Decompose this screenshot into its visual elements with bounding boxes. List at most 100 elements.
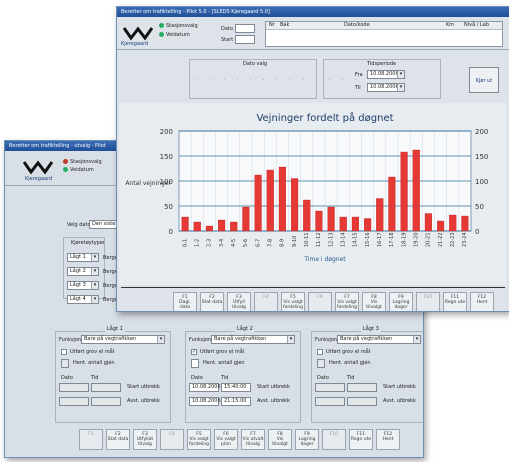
time-input[interactable]: 15:40:00 — [221, 383, 251, 392]
x-tick-label: 23-24 — [462, 232, 468, 247]
header-field-input[interactable] — [235, 24, 255, 33]
table-header: Nr — [269, 22, 275, 28]
fkey-button-f8[interactable]: F8 Vis tilvalgt — [362, 292, 386, 311]
time-input[interactable] — [347, 397, 377, 406]
lane-select-4[interactable]: Lågt 4 ▾ — [67, 295, 99, 304]
to-date-select[interactable]: 10.08.2006 ▾ — [367, 83, 405, 92]
fkey-label: Lagring dager — [392, 300, 410, 311]
fkey-button-f4[interactable]: F4 — [254, 292, 278, 311]
check2-box[interactable] — [317, 359, 325, 368]
check1-checkbox[interactable] — [61, 349, 67, 355]
fkey-button-f10[interactable]: F10 — [416, 292, 440, 311]
bar — [388, 176, 396, 232]
fkey-key: F1 — [88, 432, 94, 437]
fkey-button-f2[interactable]: F2 Stat data — [200, 292, 224, 311]
function-select[interactable]: Bare på vegtrafikken ▾ — [211, 335, 295, 344]
fkey-button-f1[interactable]: F1 — [79, 429, 103, 450]
date-label: Dato — [61, 375, 73, 381]
fkey-button-f9[interactable]: F9 Lagring dager — [389, 292, 413, 311]
bar — [278, 166, 286, 232]
bar — [449, 214, 457, 232]
time-label: Tid — [221, 375, 229, 381]
chevron-down-icon: ▾ — [91, 296, 98, 303]
bar — [218, 219, 226, 232]
lane-panel-title: Lågt 2 — [235, 326, 255, 332]
date-input[interactable] — [315, 397, 345, 406]
run-button[interactable]: Kjør ut — [469, 67, 499, 93]
check2-box[interactable] — [191, 359, 199, 368]
lane-value: Lågt 3 — [70, 282, 86, 288]
fkey-button-f11[interactable]: F11 Regn ute — [349, 429, 373, 450]
time-input[interactable] — [347, 383, 377, 392]
from-date-value: 10.08.2006 — [370, 71, 399, 77]
front-window-titlebar: Beretter om trafiktelling - Pilot 5.0 - … — [117, 7, 509, 17]
date-input[interactable] — [315, 383, 345, 392]
date-input[interactable] — [59, 397, 89, 406]
company-logo-icon — [23, 160, 53, 175]
lane-value: Lågt 2 — [70, 268, 86, 274]
function-select[interactable]: Bare på vegtrafikken ▾ — [337, 335, 421, 344]
fkey-button-f4[interactable]: F4 — [160, 429, 184, 450]
header-field-input[interactable] — [235, 35, 255, 44]
lane-select-2[interactable]: Lågt 2 ▾ — [67, 267, 99, 276]
lane-panel-title: Lågt 3 — [361, 326, 381, 332]
bar — [424, 213, 432, 232]
bar — [315, 210, 323, 232]
fkey-button-f11[interactable]: F11 Regn ute — [443, 292, 467, 311]
fkey-button-f3[interactable]: F3 Utfyllat tilvalg — [133, 429, 157, 450]
lane-select-1[interactable]: Lågt 1 ▾ — [67, 253, 99, 262]
fkey-button-f1[interactable]: F1 Dagl. data — [173, 292, 197, 311]
fkey-button-f10[interactable]: F10 — [322, 429, 346, 450]
fkey-button-f12[interactable]: F12 Hent — [376, 429, 400, 450]
x-tick-label: 15-16 — [365, 232, 371, 247]
info-table: Nr Bak Dato/kode Km Nivå / Lab — [265, 21, 503, 47]
bar — [303, 199, 311, 232]
to-date-value: 10.08.2006 — [370, 84, 399, 90]
time-input[interactable] — [91, 383, 121, 392]
date-input[interactable]: 10.08.2006 — [189, 397, 221, 406]
check2-box[interactable] — [61, 359, 69, 368]
x-tick-label: 8-9 — [280, 239, 286, 247]
range-label: Avst. utbrekk — [127, 398, 160, 404]
fkey-button-f12[interactable]: F12 Hent — [470, 292, 494, 311]
y-tick-label-right: 150 — [475, 153, 488, 161]
from-date-select[interactable]: 10.08.2006 ▾ — [367, 70, 405, 79]
bar — [254, 174, 262, 232]
bar — [339, 216, 347, 232]
bar — [205, 225, 213, 232]
fkey-button-f7[interactable]: F7 Vis valgt fordeling — [335, 292, 359, 311]
fkey-label: Utfyll tilvalg — [232, 300, 246, 311]
fkey-button-f9[interactable]: F9 Lagring dager — [295, 429, 319, 450]
legend-label: Veidatum — [70, 167, 94, 173]
fkey-button-f5[interactable]: F5 Vis valgt fordeling — [281, 292, 305, 311]
fkey-button-f6[interactable]: F6 Vis valgt plan — [214, 429, 238, 450]
fkey-button-f8[interactable]: F8 Vis tilvalgt — [268, 429, 292, 450]
x-tick-label: 22-23 — [450, 232, 456, 247]
lane-select-3[interactable]: Lågt 3 ▾ — [67, 281, 99, 290]
green-dot-icon — [159, 23, 164, 28]
chevron-down-icon: ▾ — [157, 336, 164, 343]
fkey-key: F6 — [317, 295, 323, 300]
fkey-button-f2[interactable]: F2 Stat data — [106, 429, 130, 450]
date-input[interactable] — [59, 383, 89, 392]
date-input[interactable]: 10.08.2006 — [189, 383, 221, 392]
fkey-button-f6[interactable]: F6 — [308, 292, 332, 311]
chevron-down-icon: ▾ — [91, 254, 98, 261]
function-select[interactable]: Bare på vegtrafikken ▾ — [81, 335, 165, 344]
x-tick-label: 19-20 — [413, 232, 419, 247]
bar — [412, 149, 420, 232]
check1-checkbox[interactable] — [317, 349, 323, 355]
fkey-button-f7[interactable]: F7 Vis utvalt tilvalg — [241, 429, 265, 450]
chevron-down-icon: ▾ — [287, 336, 294, 343]
x-tick-label: 14-15 — [353, 232, 359, 247]
time-input[interactable]: 21:15:00 — [221, 397, 251, 406]
front-window: Beretter om trafiktelling - Pilot 5.0 - … — [116, 6, 509, 312]
function-label: Funksjon — [315, 337, 338, 343]
bar — [400, 151, 408, 232]
bar — [437, 220, 445, 232]
y-tick-label-right: 0 — [475, 228, 479, 236]
check1-checkbox[interactable]: ✓ — [191, 349, 197, 355]
time-input[interactable] — [91, 397, 121, 406]
fkey-button-f5[interactable]: F5 Vis valgt fordeling — [187, 429, 211, 450]
fkey-button-f3[interactable]: F3 Utfyll tilvalg — [227, 292, 251, 311]
